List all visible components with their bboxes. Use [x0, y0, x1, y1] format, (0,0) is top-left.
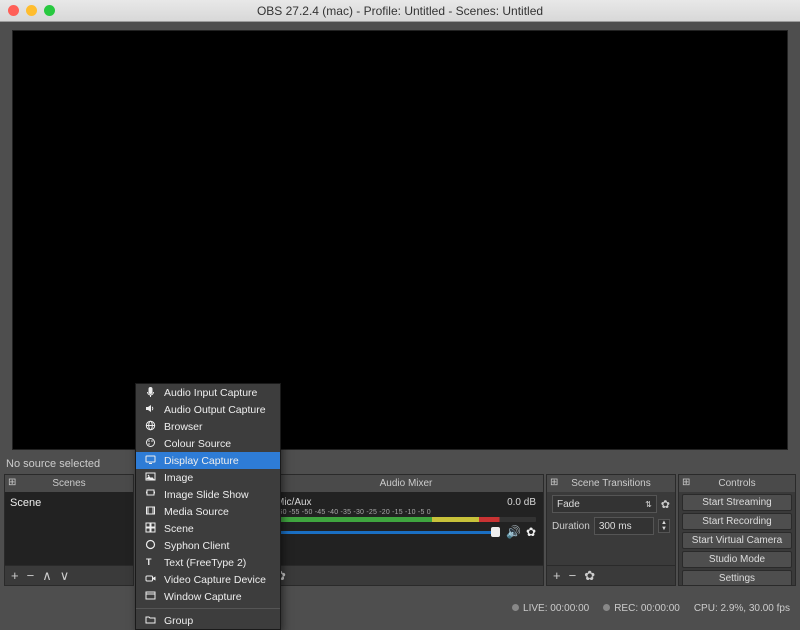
- source-type-browser[interactable]: Browser: [136, 418, 280, 435]
- add-source-context-menu: Audio Input CaptureAudio Output CaptureB…: [135, 383, 281, 630]
- remove-transition-button[interactable]: −: [569, 569, 577, 582]
- audio-mixer-panel: ⊞Audio Mixer Mic/Aux 0.0 dB -60 -55 -50 …: [268, 474, 544, 586]
- cpu-status: CPU: 2.9%, 30.00 fps: [694, 603, 790, 614]
- source-type-text-freetype-2-[interactable]: Text (FreeType 2): [136, 554, 280, 571]
- mixer-channel-name: Mic/Aux: [276, 497, 312, 508]
- status-bar: LIVE: 00:00:00 REC: 00:00:00 CPU: 2.9%, …: [0, 598, 800, 618]
- source-type-image[interactable]: Image: [136, 469, 280, 486]
- source-type-colour-source[interactable]: Colour Source: [136, 435, 280, 452]
- remove-scene-button[interactable]: −: [27, 569, 35, 582]
- dock-icon[interactable]: ⊞: [682, 477, 690, 488]
- chevron-updown-icon: ⇅: [645, 500, 652, 509]
- mixer-scale: -60 -55 -50 -45 -40 -35 -30 -25 -20 -15 …: [276, 509, 536, 516]
- film-icon: [144, 505, 157, 519]
- scene-down-button[interactable]: ∨: [60, 569, 70, 582]
- source-type-syphon-client[interactable]: Syphon Client: [136, 537, 280, 554]
- no-source-selected-label: No source selected: [0, 454, 800, 474]
- rec-status: REC: 00:00:00: [603, 603, 680, 614]
- duration-input[interactable]: 300 ms: [594, 517, 654, 535]
- folder-icon: [144, 614, 157, 628]
- close-icon[interactable]: [8, 5, 19, 16]
- duration-label: Duration: [552, 521, 590, 532]
- audio-meter: [276, 517, 536, 522]
- source-type-window-capture[interactable]: Window Capture: [136, 588, 280, 605]
- window-titlebar: OBS 27.2.4 (mac) - Profile: Untitled - S…: [0, 0, 800, 22]
- studio-mode-button[interactable]: Studio Mode: [682, 551, 792, 568]
- start-streaming-button[interactable]: Start Streaming: [682, 494, 792, 511]
- maximize-icon[interactable]: [44, 5, 55, 16]
- scene-up-button[interactable]: ∧: [42, 569, 52, 582]
- source-type-audio-output-capture[interactable]: Audio Output Capture: [136, 401, 280, 418]
- duration-stepper[interactable]: ▲▼: [658, 519, 670, 533]
- window-icon: [144, 590, 157, 604]
- gear-icon[interactable]: ✿: [526, 525, 536, 539]
- transition-props-button[interactable]: ✿: [584, 569, 595, 582]
- palette-icon: [144, 437, 157, 451]
- mic-icon: [144, 386, 157, 400]
- dock-icon[interactable]: ⊞: [550, 477, 558, 488]
- scene-icon: [144, 522, 157, 536]
- transitions-panel: ⊞ Scene Transitions Fade ⇅ ✿ Duration 300…: [546, 474, 676, 586]
- start-recording-button[interactable]: Start Recording: [682, 513, 792, 530]
- image-icon: [144, 471, 157, 485]
- transition-select[interactable]: Fade ⇅: [552, 495, 657, 513]
- minimize-icon[interactable]: [26, 5, 37, 16]
- slides-icon: [144, 488, 157, 502]
- display-icon: [144, 454, 157, 468]
- preview-canvas[interactable]: [12, 30, 788, 450]
- live-status: LIVE: 00:00:00: [512, 603, 589, 614]
- scenes-title: Scenes: [52, 478, 85, 489]
- add-transition-button[interactable]: +: [553, 569, 561, 582]
- source-type-group[interactable]: Group: [136, 612, 280, 629]
- settings-button[interactable]: Settings: [682, 570, 792, 585]
- start-virtual-camera-button[interactable]: Start Virtual Camera: [682, 532, 792, 549]
- mixer-title: Audio Mixer: [380, 478, 433, 489]
- source-type-media-source[interactable]: Media Source: [136, 503, 280, 520]
- window-title: OBS 27.2.4 (mac) - Profile: Untitled - S…: [0, 4, 800, 18]
- scene-item[interactable]: Scene: [10, 495, 128, 511]
- mixer-level-db: 0.0 dB: [507, 497, 536, 508]
- controls-title: Controls: [718, 478, 755, 489]
- speaker-icon[interactable]: 🔊: [506, 525, 521, 539]
- source-type-display-capture[interactable]: Display Capture: [136, 452, 280, 469]
- dock-icon[interactable]: ⊞: [8, 477, 16, 488]
- camera-icon: [144, 573, 157, 587]
- source-type-scene[interactable]: Scene: [136, 520, 280, 537]
- source-type-audio-input-capture[interactable]: Audio Input Capture: [136, 384, 280, 401]
- source-type-video-capture-device[interactable]: Video Capture Device: [136, 571, 280, 588]
- speaker-icon: [144, 403, 157, 417]
- controls-panel: ⊞ Controls Start Streaming Start Recordin…: [678, 474, 796, 586]
- circle-icon: [144, 539, 157, 553]
- text-icon: [144, 556, 157, 570]
- add-scene-button[interactable]: +: [11, 569, 19, 582]
- source-type-image-slide-show[interactable]: Image Slide Show: [136, 486, 280, 503]
- scenes-panel: ⊞ Scenes Scene + − ∧ ∨: [4, 474, 134, 586]
- volume-slider[interactable]: [276, 527, 500, 537]
- globe-icon: [144, 420, 157, 434]
- transition-gear-icon[interactable]: ✿: [661, 498, 670, 511]
- transitions-title: Scene Transitions: [571, 478, 651, 489]
